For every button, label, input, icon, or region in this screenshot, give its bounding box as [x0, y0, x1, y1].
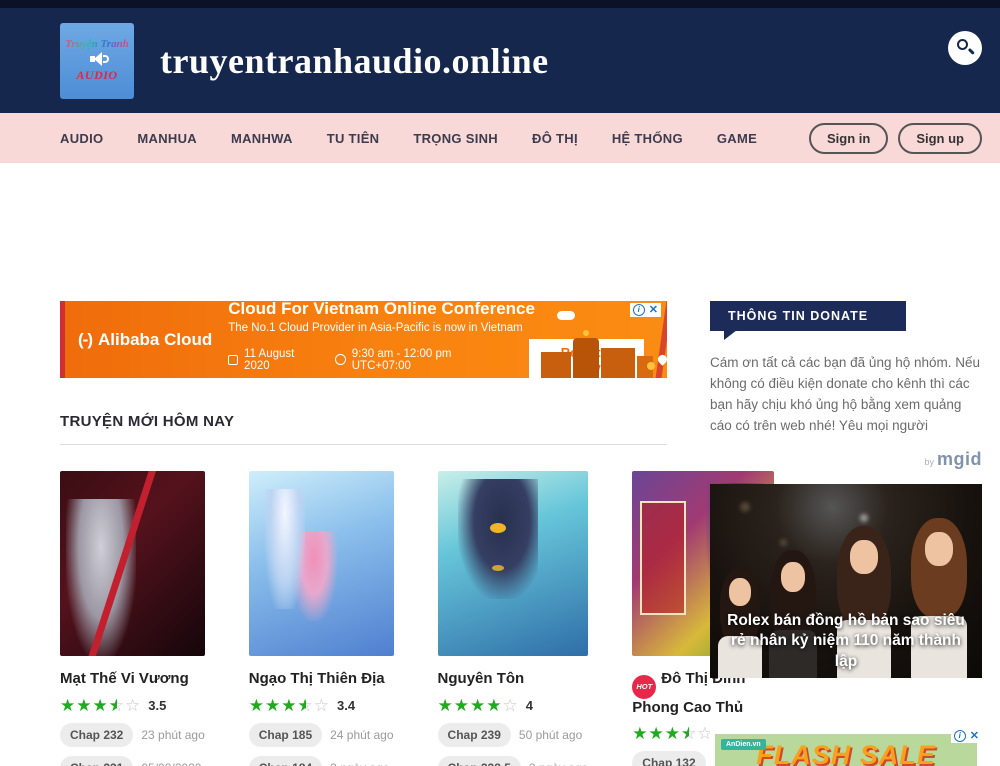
alibaba-cloud-logo: (-) Alibaba Cloud [78, 330, 212, 350]
comic-card: Ngạo Thị Thiên Địa 3.4 Chap 185 24 phút … [249, 471, 394, 766]
comic-title[interactable]: Mạt Thế Vi Vương [60, 670, 205, 689]
nav-item-manhua[interactable]: MANHUA [137, 131, 197, 146]
chapter-badge[interactable]: Chap 184 [249, 756, 322, 766]
flash-sale-ad[interactable]: AnDien.vn FLASH SALE XEM NGAY i ✕ [710, 729, 982, 766]
hot-badge: HOT [632, 675, 656, 699]
site-title[interactable]: truyentranhaudio.online [160, 40, 549, 82]
nav-item-he-thong[interactable]: HỆ THỐNG [612, 131, 683, 146]
comic-cover[interactable] [60, 471, 205, 656]
section-title-new-today: TRUYỆN MỚI HÔM NAY [60, 413, 667, 430]
native-ad-rolex[interactable]: Rolex bán đồng hồ bản sao siêu rẻ nhân k… [710, 484, 982, 678]
header-top-strip [0, 0, 1000, 8]
chapter-badge[interactable]: Chap 231 [60, 756, 133, 766]
mgid-logo: mgid [937, 449, 982, 469]
comic-cover[interactable] [249, 471, 394, 656]
comic-title[interactable]: Ngạo Thị Thiên Địa [249, 670, 394, 689]
chapter-badge[interactable]: Chap 132 [632, 751, 705, 766]
ad-time: 9:30 am - 12:00 pm UTC+07:00 [352, 348, 510, 372]
search-icon [957, 39, 968, 50]
rating-stars: 3.4 [249, 697, 394, 714]
section-divider [60, 444, 667, 445]
nav-item-do-thi[interactable]: ĐÔ THỊ [532, 131, 578, 146]
rating-value: 3.4 [337, 698, 355, 713]
alibaba-ad-banner[interactable]: (-) Alibaba Cloud Cloud For Vietnam Onli… [60, 301, 667, 378]
ad-date: 11 August 2020 [244, 348, 321, 372]
donate-message: Cám ơn tất cả các bạn đã ủng hộ nhóm. Nế… [710, 353, 982, 437]
rating-stars: 3.5 [60, 697, 205, 714]
comic-cover[interactable] [438, 471, 589, 656]
sign-up-button[interactable]: Sign up [898, 123, 982, 154]
mgid-by-label: by [924, 457, 934, 467]
comic-card: Nguyên Tôn 4 Chap 239 50 phút ago Chap 2… [438, 471, 589, 766]
nav-item-manhwa[interactable]: MANHWA [231, 131, 293, 146]
chapter-time: 50 phút ago [519, 728, 582, 742]
clock-icon [335, 354, 346, 365]
logo-text-top: Truyện Tranh [65, 38, 129, 50]
nav-item-audio[interactable]: AUDIO [60, 131, 103, 146]
rating-value: 3.5 [148, 698, 166, 713]
ad-info-icon[interactable]: i [954, 730, 966, 742]
advertiser-badge: AnDien.vn [721, 739, 766, 750]
calendar-icon [228, 355, 238, 365]
comic-card-grid: Mạt Thế Vi Vương 3.5 Chap 232 23 phút ag… [60, 471, 667, 766]
ad-info-icon[interactable]: i [633, 304, 645, 316]
search-button[interactable] [948, 31, 982, 65]
alibaba-brand-text: Alibaba Cloud [98, 330, 212, 350]
cloud-shape [557, 311, 575, 320]
nav-item-trong-sinh[interactable]: TRỌNG SINH [413, 131, 498, 146]
chapter-badge[interactable]: Chap 232 [60, 723, 133, 747]
chapter-time: 2 ngày ago [529, 761, 588, 766]
donate-info-header: THÔNG TIN DONATE [710, 301, 906, 331]
chapter-badge[interactable]: Chap 239 [438, 723, 511, 747]
mgid-attribution[interactable]: bymgid [710, 449, 982, 470]
city-illustration [539, 332, 659, 378]
rating-value: 4 [526, 698, 533, 713]
chapter-badge[interactable]: Chap 238.5 [438, 756, 521, 766]
rating-stars: 4 [438, 697, 589, 714]
ad-close-icon[interactable]: ✕ [649, 304, 658, 316]
logo-text-audio: AUDIO [76, 68, 117, 83]
chapter-time: 23 phút ago [141, 728, 204, 742]
chapter-time: 24 phút ago [330, 728, 393, 742]
adchoices-controls: i ✕ [951, 729, 982, 743]
nav-item-tu-tien[interactable]: TU TIÊN [327, 131, 380, 146]
chapter-time: 3 ngày ago [330, 761, 389, 766]
adchoices-controls: i ✕ [630, 303, 661, 317]
speaker-icon [86, 52, 108, 66]
sign-in-button[interactable]: Sign in [809, 123, 888, 154]
site-logo[interactable]: Truyện Tranh AUDIO [60, 23, 134, 99]
chapter-time: 05/08/2020 [141, 761, 201, 766]
comic-title[interactable]: Nguyên Tôn [438, 670, 589, 689]
alibaba-brackets-icon: (-) [78, 330, 92, 350]
comic-card: Mạt Thế Vi Vương 3.5 Chap 232 23 phút ag… [60, 471, 205, 766]
native-ad-caption: Rolex bán đồng hồ bản sao siêu rẻ nhân k… [710, 611, 982, 671]
ad-title: Cloud For Vietnam Online Conference [228, 301, 667, 319]
ad-close-icon[interactable]: ✕ [970, 730, 979, 742]
main-nav: AUDIO MANHUA MANHWA TU TIÊN TRỌNG SINH Đ… [0, 113, 1000, 163]
chapter-badge[interactable]: Chap 185 [249, 723, 322, 747]
nav-item-game[interactable]: GAME [717, 131, 757, 146]
site-header: Truyện Tranh AUDIO truyentranhaudio.onli… [0, 0, 1000, 113]
